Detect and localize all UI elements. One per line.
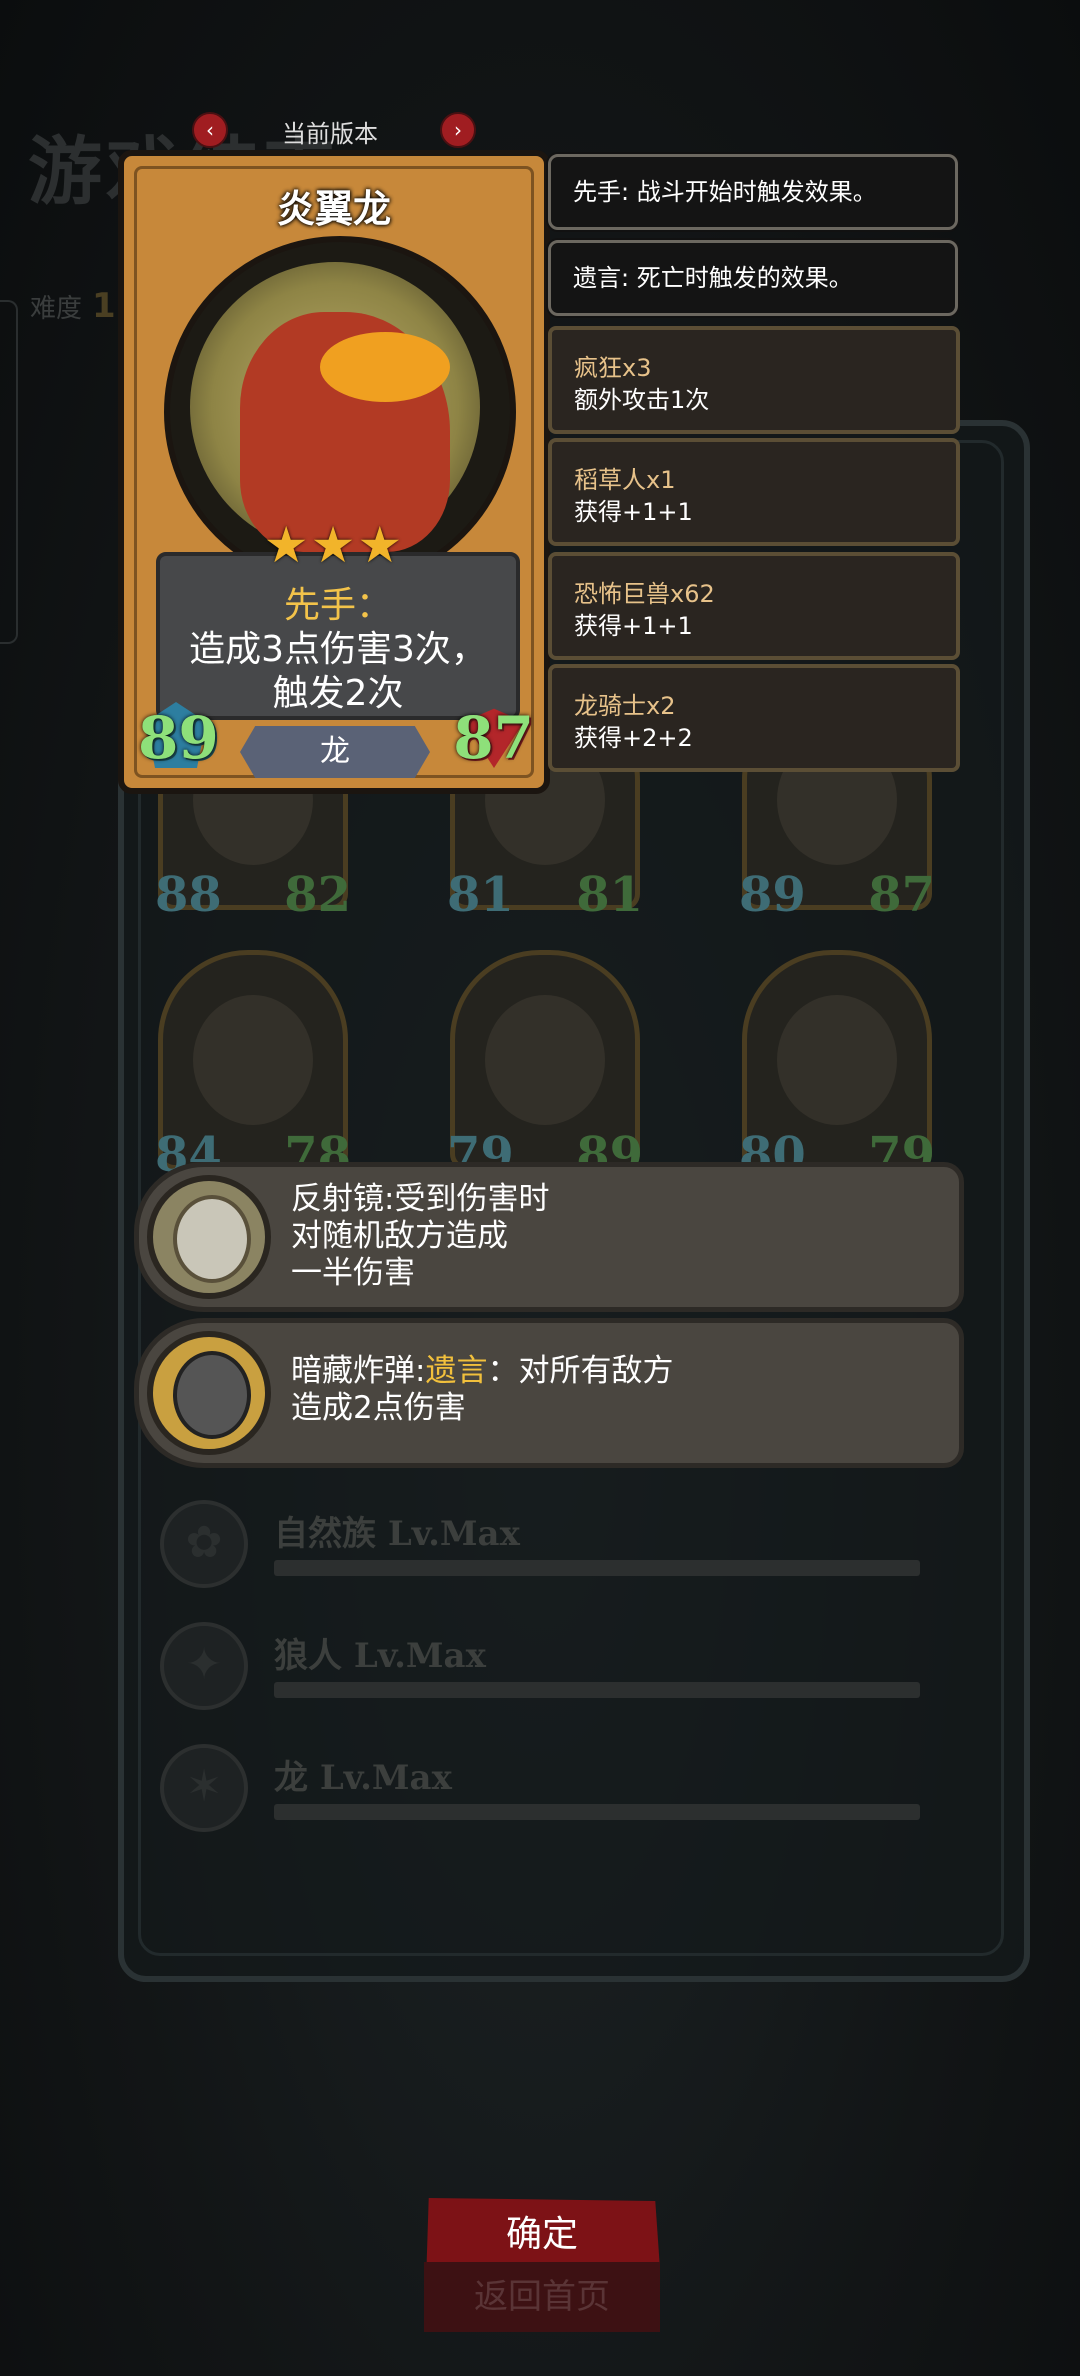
keyword-text: 先手: 战斗开始时触发效果。 [573,178,877,206]
team-card-portrait [193,995,313,1125]
keyword-text: 遗言: 死亡时触发的效果。 [573,264,853,292]
chevron-left-icon: ‹ [206,118,214,142]
difficulty-value: 1 [92,286,116,326]
next-version-button[interactable]: › [440,112,476,148]
team-card-health: 82 [284,867,351,923]
team-card-health: 81 [576,867,643,923]
team-card-portrait [777,995,897,1125]
tribe-row-dragon: ✶ 龙 Lv.Max [160,1744,920,1834]
relic-mirror[interactable]: 反射镜:受到伤害时 对随机敌方造成 一半伤害 [134,1162,964,1312]
team-card-health: 87 [868,867,935,923]
synergy-desc: 额外攻击1次 [574,386,710,414]
tribe-label: 狼人 Lv.Max [274,1636,486,1676]
synergy-desc: 获得+1+1 [574,498,693,526]
relic-line2: 造成2点伤害 [291,1390,466,1426]
confirm-button[interactable]: 确定 [426,2198,660,2272]
relic-line1-rest: ：对所有敌方 [487,1353,674,1389]
tribe-row-nature: ✿ 自然族 Lv.Max [160,1500,920,1590]
relic-text: 反射镜:受到伤害时 对随机敌方造成 一半伤害 [291,1181,549,1292]
card-attack: 89 [138,704,219,772]
dragon-emblem-icon: ✶ [160,1744,248,1832]
difficulty-text: 难度 [30,294,83,324]
tribe-progress-bar [274,1682,920,1698]
version-label: 当前版本 [282,120,378,148]
card-health: 87 [453,704,534,772]
bomb-body [173,1351,251,1439]
synergy-name: 恐怖巨兽x62 [574,580,715,608]
relic-keyword: 遗言 [425,1353,488,1389]
confirm-label: 确定 [505,2214,578,2255]
synergy-item: 稻草人x1 获得+1+1 [548,438,960,546]
relic-name: 暗藏炸弹: [291,1353,426,1389]
card-name: 炎翼龙 [276,187,391,231]
relic-line1: 暗藏炸弹:遗言：对所有敌方 [291,1353,673,1390]
return-home-button[interactable]: 返回首页 [424,2262,660,2332]
relic-text: 暗藏炸弹:遗言：对所有敌方 造成2点伤害 [291,1353,673,1427]
synergy-name: 稻草人x1 [574,466,676,494]
bomb-icon [147,1331,271,1455]
keyword-tooltip-deathrattle: 遗言: 死亡时触发的效果。 [548,240,958,316]
synergy-item: 龙骑士x2 获得+2+2 [548,664,960,772]
difficulty-label: 难度 1 [30,286,116,326]
synergy-desc: 获得+1+1 [574,612,693,640]
team-card-portrait [485,995,605,1125]
synergy-item: 恐怖巨兽x62 获得+1+1 [548,552,960,660]
tribe-row-werewolf: ✦ 狼人 Lv.Max [160,1622,920,1712]
team-card-attack: 88 [155,867,222,923]
tribe-label: 自然族 Lv.Max [274,1514,520,1554]
synergy-item: 疯狂x3 额外攻击1次 [548,326,960,434]
relic-hidden-bomb[interactable]: 暗藏炸弹:遗言：对所有敌方 造成2点伤害 [134,1318,964,1468]
prev-version-button[interactable]: ‹ [192,112,228,148]
ability-box: 先手： 造成3点伤害3次， 触发2次 [156,552,520,720]
team-card-attack: 81 [447,867,514,923]
relic-line3: 一半伤害 [291,1255,415,1291]
side-panel-tab[interactable] [0,300,18,644]
team-card-5[interactable]: 79 89 [447,950,643,1183]
team-card-4[interactable]: 84 78 [155,950,351,1183]
relic-line2: 对随机敌方造成 [291,1218,508,1254]
tribe-progress-bar [274,1804,920,1820]
tribe-progress-bar [274,1560,920,1576]
synergy-name: 疯狂x3 [574,354,652,382]
synergy-name: 龙骑士x2 [574,692,676,720]
card-detail: 炎翼龙 先手： 造成3点伤害3次， 触发2次 ★★★ 89 87 龙 [118,150,550,794]
team-card-attack: 89 [739,867,806,923]
return-home-label: 返回首页 [474,2277,610,2317]
synergy-desc: 获得+2+2 [574,724,693,752]
relic-line1: 反射镜:受到伤害时 [291,1181,550,1217]
keyword-tooltip-first-strike: 先手: 战斗开始时触发效果。 [548,154,958,230]
mirror-icon [147,1175,271,1299]
star-rating-icon: ★★★ [263,516,405,574]
chevron-right-icon: › [454,118,462,142]
card-tribe-banner: 龙 [240,726,430,778]
werewolf-emblem-icon: ✦ [160,1622,248,1710]
team-card-6[interactable]: 80 79 [739,950,935,1183]
nature-emblem-icon: ✿ [160,1500,248,1588]
tribe-label: 龙 Lv.Max [274,1758,452,1798]
mirror-glass [173,1195,251,1283]
